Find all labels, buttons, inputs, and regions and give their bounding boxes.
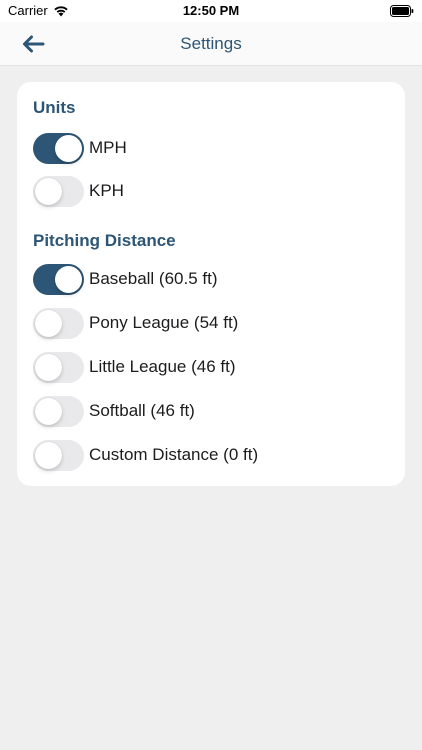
toggle-knob xyxy=(35,397,62,425)
status-time: 12:50 PM xyxy=(182,3,240,18)
toggle-knob xyxy=(55,134,82,162)
little-league-toggle[interactable] xyxy=(33,351,84,383)
softball-toggle[interactable] xyxy=(33,395,84,427)
pitching-row-baseball[interactable]: Baseball (60.5 ft) xyxy=(33,263,393,295)
toggle-knob xyxy=(35,353,62,381)
custom-distance-label: Custom Distance (0 ft) xyxy=(89,445,259,464)
toggle-knob xyxy=(35,309,62,337)
pony-league-label: Pony League (54 ft) xyxy=(89,313,239,332)
pitching-section-title: Pitching Distance xyxy=(33,231,176,250)
battery-icon xyxy=(390,5,414,17)
pony-league-toggle[interactable] xyxy=(33,307,84,339)
custom-distance-toggle[interactable] xyxy=(33,439,84,471)
baseball-toggle[interactable] xyxy=(33,263,84,295)
toggle-knob xyxy=(35,441,62,469)
toggle-knob xyxy=(55,265,82,293)
pitching-row-little-league[interactable]: Little League (46 ft) xyxy=(33,351,393,383)
kph-label: KPH xyxy=(89,181,124,200)
baseball-label: Baseball (60.5 ft) xyxy=(89,269,218,288)
pitching-row-pony-league[interactable]: Pony League (54 ft) xyxy=(33,307,393,339)
softball-label: Softball (46 ft) xyxy=(89,401,195,420)
mph-toggle[interactable] xyxy=(33,132,84,164)
units-row-kph[interactable]: KPH xyxy=(33,175,393,207)
pitching-row-custom-distance[interactable]: Custom Distance (0 ft) xyxy=(33,439,393,471)
mph-label: MPH xyxy=(89,138,127,157)
status-bar: Carrier 12:50 PM xyxy=(0,0,422,22)
settings-card: Units MPH KPH Pitching Distance Baseball… xyxy=(17,82,405,486)
kph-toggle[interactable] xyxy=(33,175,84,207)
toggle-knob xyxy=(35,177,62,205)
little-league-label: Little League (46 ft) xyxy=(89,357,236,376)
units-section-title: Units xyxy=(33,98,76,117)
page-title: Settings xyxy=(180,34,242,53)
pitching-row-softball[interactable]: Softball (46 ft) xyxy=(33,395,393,427)
units-row-mph[interactable]: MPH xyxy=(33,132,393,164)
navigation-bar: Settings xyxy=(0,22,422,66)
